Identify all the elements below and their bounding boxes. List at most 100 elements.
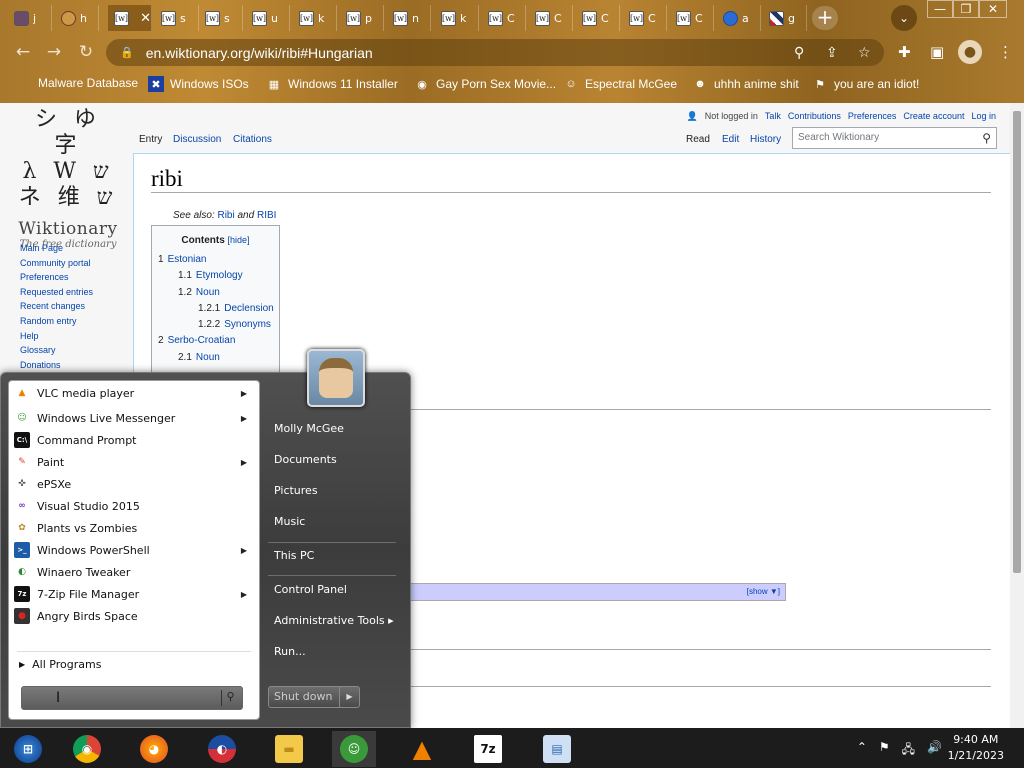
start-right-link[interactable]: Administrative Tools ▸: [274, 614, 394, 627]
action-center-flag-icon[interactable]: ⚑: [879, 740, 890, 761]
start-program-item[interactable]: C:\ Command Prompt: [11, 430, 257, 450]
close-tab-icon[interactable]: ✕: [140, 11, 151, 26]
start-program-item[interactable]: ✜ ePSXe: [11, 474, 257, 494]
taskbar-app[interactable]: ▬: [267, 731, 311, 767]
close-window-button[interactable]: ✕: [979, 0, 1007, 18]
browser-tab[interactable]: [w] C: [482, 5, 526, 31]
browser-tab[interactable]: [w] s: [199, 5, 243, 31]
taskbar-app[interactable]: ⊞: [6, 731, 50, 767]
browser-tab[interactable]: [w] ✕: [108, 5, 152, 31]
start-program-item[interactable]: ☺ Windows Live Messenger ▶: [11, 408, 257, 428]
share-icon[interactable]: ⇪: [826, 45, 838, 61]
start-search-input[interactable]: I ⚲: [21, 686, 243, 710]
browser-tab[interactable]: [w] C: [576, 5, 620, 31]
start-program-item[interactable]: ▲ VLC media player ▶: [11, 383, 257, 403]
zoom-icon[interactable]: ⚲: [794, 45, 804, 61]
bookmark-item[interactable]: ☺ Espectral McGee: [563, 76, 677, 92]
sidebar-link[interactable]: Main Page: [20, 243, 93, 258]
browser-tab[interactable]: [w] k: [293, 5, 337, 31]
scrollbar-thumb[interactable]: [1013, 111, 1021, 573]
sidebar-link[interactable]: Random entry: [20, 316, 93, 331]
sidebar-link[interactable]: Glossary: [20, 345, 93, 360]
start-right-link[interactable]: Molly McGee: [274, 422, 344, 435]
taskbar-app[interactable]: 7z: [466, 731, 510, 767]
sidebar-link[interactable]: Preferences: [20, 272, 93, 287]
tab-citations[interactable]: Citations: [233, 134, 272, 145]
tab-entry[interactable]: Entry: [139, 134, 162, 145]
taskbar-app[interactable]: ◉: [65, 731, 109, 767]
bookmark-item[interactable]: ✖ Windows ISOs: [148, 76, 249, 92]
shutdown-button[interactable]: Shut down ▶: [268, 686, 360, 708]
tab-history[interactable]: History: [750, 134, 781, 145]
toc-item[interactable]: 1.2.1 Declension: [158, 303, 274, 319]
toc-item[interactable]: 1.1 Etymology: [158, 270, 273, 286]
browser-tab[interactable]: [w] s: [155, 5, 199, 31]
taskbar-app[interactable]: ◐: [200, 731, 244, 767]
page-scrollbar[interactable]: [1010, 103, 1024, 728]
taskbar-app[interactable]: ◕: [132, 731, 176, 767]
tab-discussion[interactable]: Discussion: [173, 134, 221, 145]
search-icon[interactable]: ⚲: [221, 690, 239, 706]
browser-tab[interactable]: [w] C: [623, 5, 667, 31]
tab-search-icon[interactable]: ⌄: [891, 5, 917, 31]
wiktionary-logo[interactable]: シ ゆ 字 λ W ש ネ 维 ש Wiktionary The free di…: [18, 107, 118, 250]
sidebar-link[interactable]: Community portal: [20, 258, 93, 273]
start-right-link[interactable]: Run...: [274, 645, 306, 658]
toc-hide-link[interactable]: [hide]: [228, 235, 250, 245]
tab-read[interactable]: Read: [686, 134, 710, 145]
back-icon[interactable]: ←: [12, 41, 34, 63]
browser-tab[interactable]: a: [717, 5, 761, 31]
menu-kebab-icon[interactable]: ⋮: [998, 43, 1013, 61]
browser-tab[interactable]: [w] u: [246, 5, 290, 31]
taskbar-app[interactable]: ☺: [332, 731, 376, 767]
start-program-item[interactable]: 7z 7-Zip File Manager ▶: [11, 584, 257, 604]
wiki-search-input[interactable]: Search Wiktionary ⚲: [792, 127, 997, 149]
bookmark-item[interactable]: ☻ uhhh anime shit: [692, 76, 799, 92]
bookmark-star-icon[interactable]: ☆: [858, 45, 871, 61]
sidebar-link[interactable]: Help: [20, 331, 93, 346]
browser-tab[interactable]: g: [763, 5, 807, 31]
see-also-link-ribi[interactable]: Ribi: [217, 210, 234, 221]
browser-tab[interactable]: [w] C: [670, 5, 714, 31]
browser-tab[interactable]: h: [55, 5, 99, 31]
start-right-link[interactable]: Music: [274, 515, 305, 528]
start-program-item[interactable]: ● Angry Birds Space: [11, 606, 257, 626]
reload-icon[interactable]: ↻: [75, 41, 97, 63]
personal-log-in[interactable]: Log in: [971, 111, 996, 122]
browser-tab[interactable]: [w] p: [340, 5, 384, 31]
side-panel-icon[interactable]: ▣: [930, 43, 944, 61]
bookmark-item[interactable]: ▦ Windows 11 Installer: [266, 76, 398, 92]
navbox-show-link[interactable]: [show ▼]: [747, 587, 780, 596]
bookmark-item[interactable]: ⚑ you are an idiot!: [812, 76, 919, 92]
start-right-link[interactable]: Documents: [274, 453, 337, 466]
start-program-item[interactable]: ✿ Plants vs Zombies: [11, 518, 257, 538]
network-icon[interactable]: 🖧: [902, 740, 915, 761]
tab-edit[interactable]: Edit: [722, 134, 739, 145]
personal-preferences[interactable]: Preferences: [848, 111, 897, 122]
start-right-link[interactable]: Control Panel: [274, 583, 347, 596]
toc-item[interactable]: 1.2.2 Synonyms: [158, 319, 273, 335]
toc-item[interactable]: 1 Estonian: [158, 254, 273, 270]
browser-tab[interactable]: [w] C: [529, 5, 573, 31]
taskbar-app[interactable]: ▲: [400, 731, 444, 767]
extensions-icon[interactable]: ✚: [898, 43, 911, 61]
start-program-item[interactable]: ◐ Winaero Tweaker: [11, 562, 257, 582]
all-programs-button[interactable]: ▶ All Programs: [19, 658, 101, 671]
personal-contributions[interactable]: Contributions: [788, 111, 841, 122]
bookmark-item[interactable]: ◉ Gay Porn Sex Movie...: [414, 76, 556, 92]
user-avatar[interactable]: [307, 349, 365, 407]
search-icon[interactable]: ⚲: [982, 131, 991, 145]
toc-item[interactable]: 2 Serbo-Croatian: [158, 335, 273, 351]
browser-tab[interactable]: j: [8, 5, 52, 31]
maximize-button[interactable]: ❐: [953, 0, 979, 18]
toc-item[interactable]: 2.1 Noun: [158, 352, 273, 368]
browser-tab[interactable]: [w] k: [435, 5, 479, 31]
forward-icon[interactable]: →: [43, 41, 65, 63]
start-program-item[interactable]: ✎ Paint ▶: [11, 452, 257, 472]
clock[interactable]: 9:40 AM 1/21/2023: [948, 732, 1004, 764]
volume-icon[interactable]: 🔊: [927, 740, 942, 761]
toc-item[interactable]: 1.2 Noun: [158, 287, 273, 303]
bookmark-item[interactable]: Malware Database: [38, 76, 138, 90]
start-program-item[interactable]: ∞ Visual Studio 2015: [11, 496, 257, 516]
sidebar-link[interactable]: Requested entries: [20, 287, 93, 302]
